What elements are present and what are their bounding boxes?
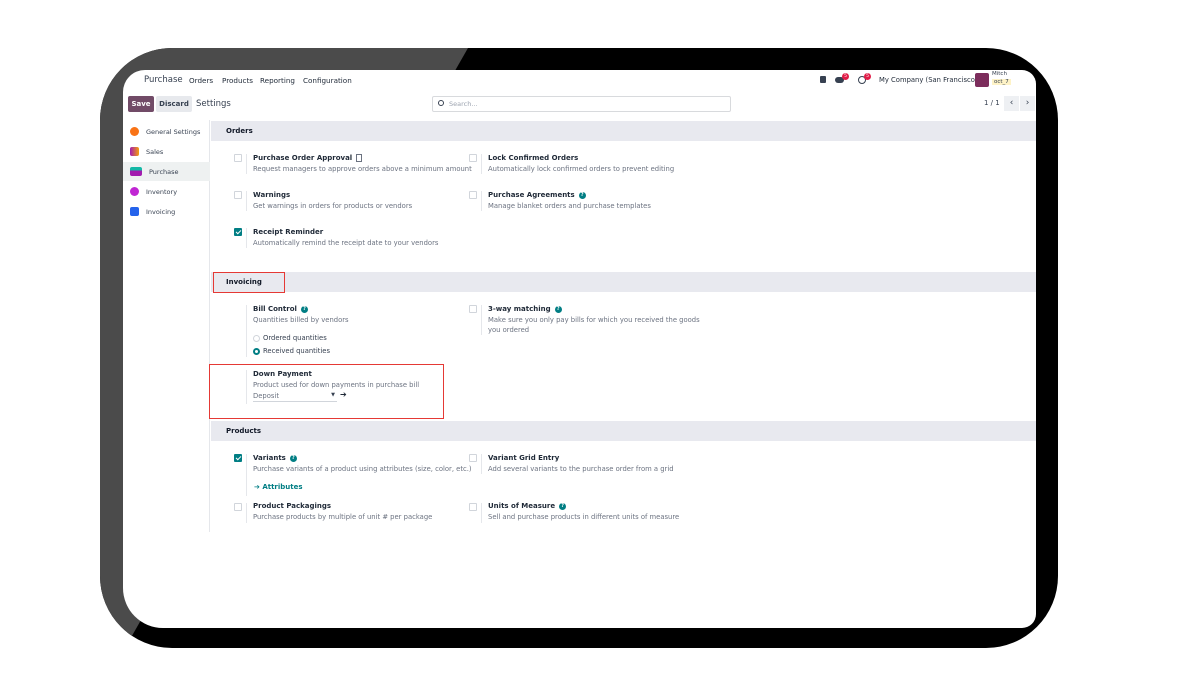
received-quantities-radio[interactable] — [253, 348, 260, 355]
app-screen: Purchase Orders Products Reporting Confi… — [123, 70, 1036, 628]
highlight-box-invoicing — [213, 272, 285, 293]
sidebar-item-inventory[interactable]: Inventory — [123, 182, 210, 201]
packagings-checkbox[interactable] — [234, 503, 242, 511]
three-way-title: 3-way matching? — [488, 305, 562, 313]
sidebar-item-invoicing[interactable]: Invoicing — [123, 202, 210, 221]
search-icon — [438, 100, 444, 106]
section-products-header: Products — [211, 421, 1036, 441]
database-badge: oct_7 — [992, 79, 1011, 85]
variants-title: Variants? — [253, 454, 297, 462]
company-switcher[interactable]: My Company (San Francisco) — [879, 76, 978, 84]
user-name[interactable]: Mitch — [992, 71, 1007, 77]
down-payment-product-select[interactable]: Deposit ▼ — [253, 390, 337, 402]
receipt-reminder-desc: Automatically remind the receipt date to… — [253, 239, 439, 247]
breadcrumb-settings: Settings — [196, 99, 231, 109]
app-name[interactable]: Purchase — [144, 75, 183, 85]
lock-orders-desc: Automatically lock confirmed orders to p… — [488, 165, 675, 173]
invoicing-icon — [130, 207, 139, 216]
attributes-link[interactable]: ➔ Attributes — [254, 483, 303, 491]
messages-badge: 5 — [842, 73, 849, 80]
user-avatar[interactable] — [975, 73, 989, 87]
variants-checkbox[interactable] — [234, 454, 242, 462]
po-approval-title: Purchase Order Approval — [253, 154, 363, 162]
variant-grid-desc: Add several variants to the purchase ord… — [488, 465, 674, 473]
section-invoicing-header: Invoicing — [211, 272, 1036, 292]
pager-prev-chevron-left-icon[interactable]: ‹ — [1004, 96, 1019, 111]
variants-desc: Purchase variants of a product using att… — [253, 465, 472, 473]
bill-control-title: Bill Control? — [253, 305, 308, 313]
received-quantities-label[interactable]: Received quantities — [263, 347, 330, 355]
warnings-desc: Get warnings in orders for products or v… — [253, 202, 413, 210]
sidebar-item-label: Sales — [146, 147, 164, 156]
pager-value: 1 / 1 — [984, 99, 1000, 107]
agreements-checkbox[interactable] — [469, 191, 477, 199]
ordered-quantities-radio[interactable] — [253, 335, 260, 342]
menu-configuration[interactable]: Configuration — [303, 76, 352, 85]
sidebar-item-label: Inventory — [146, 187, 178, 196]
sidebar-item-purchase[interactable]: Purchase — [123, 162, 210, 181]
po-approval-checkbox[interactable] — [234, 154, 242, 162]
inventory-icon — [130, 187, 139, 196]
receipt-reminder-checkbox[interactable] — [234, 228, 242, 236]
general-settings-icon — [130, 127, 139, 136]
uom-checkbox[interactable] — [469, 503, 477, 511]
down-payment-value: Deposit — [253, 392, 279, 400]
down-payment-desc: Product used for down payments in purcha… — [253, 381, 420, 389]
help-icon[interactable]: ? — [300, 305, 308, 313]
sidebar-item-label: Invoicing — [146, 207, 176, 216]
caret-down-icon: ▼ — [331, 392, 335, 398]
warnings-title: Warnings — [253, 191, 291, 199]
sidebar-item-sales[interactable]: Sales — [123, 142, 210, 161]
enterprise-icon — [356, 154, 363, 162]
three-way-desc-2: you ordered — [488, 326, 530, 334]
three-way-desc: Make sure you only pay bills for which y… — [488, 316, 700, 324]
debug-icon[interactable] — [820, 76, 826, 83]
settings-sidebar: General Settings Sales Purchase Inventor… — [123, 120, 210, 532]
save-button[interactable]: Save — [128, 96, 154, 112]
discard-button[interactable]: Discard — [156, 96, 192, 112]
uom-desc: Sell and purchase products in different … — [488, 513, 680, 521]
sidebar-item-label: Purchase — [149, 167, 179, 176]
variant-grid-checkbox[interactable] — [469, 454, 477, 462]
down-payment-title: Down Payment — [253, 370, 312, 378]
packagings-desc: Purchase products by multiple of unit # … — [253, 513, 433, 521]
ordered-quantities-label[interactable]: Ordered quantities — [263, 334, 327, 342]
section-orders-header: Orders — [211, 121, 1036, 141]
packagings-title: Product Packagings — [253, 502, 332, 510]
lock-orders-checkbox[interactable] — [469, 154, 477, 162]
variant-grid-title: Variant Grid Entry — [488, 454, 560, 462]
search-placeholder: Search... — [449, 100, 478, 108]
po-approval-desc: Request managers to approve orders above… — [253, 165, 472, 173]
help-icon[interactable]: ? — [578, 191, 586, 199]
menu-products[interactable]: Products — [222, 76, 253, 85]
pager-next-chevron-right-icon[interactable]: › — [1020, 96, 1035, 111]
help-icon[interactable]: ? — [289, 454, 297, 462]
lock-orders-title: Lock Confirmed Orders — [488, 154, 579, 162]
sidebar-item-general-settings[interactable]: General Settings — [123, 122, 210, 141]
help-icon[interactable]: ? — [554, 305, 562, 313]
sidebar-item-label: General Settings — [146, 127, 201, 136]
three-way-checkbox[interactable] — [469, 305, 477, 313]
help-icon[interactable]: ? — [559, 502, 567, 510]
sales-icon — [130, 147, 139, 156]
agreements-title: Purchase Agreements? — [488, 191, 586, 199]
activities-badge: 5 — [864, 73, 871, 80]
search-input[interactable]: Search... — [432, 96, 731, 112]
uom-title: Units of Measure? — [488, 502, 567, 510]
agreements-desc: Manage blanket orders and purchase templ… — [488, 202, 651, 210]
receipt-reminder-title: Receipt Reminder — [253, 228, 324, 236]
menu-reporting[interactable]: Reporting — [260, 76, 295, 85]
internal-link-arrow-icon[interactable]: ➔ — [340, 390, 347, 399]
bill-control-desc: Quantities billed by vendors — [253, 316, 349, 324]
warnings-checkbox[interactable] — [234, 191, 242, 199]
menu-orders[interactable]: Orders — [189, 76, 213, 85]
purchase-icon — [130, 167, 142, 176]
